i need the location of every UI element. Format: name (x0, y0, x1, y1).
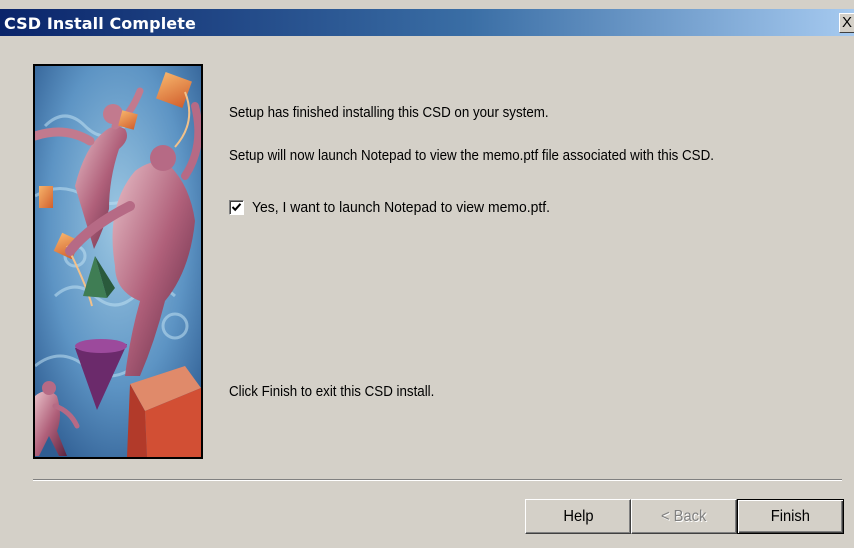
install-complete-dialog: CSD Install Complete X Setup has finishe… (0, 0, 854, 548)
button-separator (33, 479, 842, 481)
checkmark-icon (231, 203, 242, 212)
finish-button[interactable]: Finish (737, 499, 844, 534)
window-title: CSD Install Complete (4, 14, 196, 33)
close-icon: X (842, 14, 853, 31)
close-button[interactable]: X (839, 13, 854, 33)
help-button-label: Help (562, 508, 594, 525)
launch-notepad-checkbox-label[interactable]: Yes, I want to launch Notepad to view me… (252, 199, 550, 216)
help-button[interactable]: Help (525, 499, 631, 534)
notepad-launch-message: Setup will now launch Notepad to view th… (229, 148, 714, 164)
back-button[interactable]: < Back (631, 499, 737, 534)
wizard-artwork (33, 64, 203, 459)
finish-instruction: Click Finish to exit this CSD install. (229, 384, 435, 400)
launch-notepad-checkbox[interactable] (229, 200, 244, 215)
setup-finished-message: Setup has finished installing this CSD o… (229, 105, 549, 121)
back-button-label: < Back (661, 508, 707, 525)
finish-button-label: Finish (770, 508, 811, 525)
title-bar[interactable]: CSD Install Complete X (0, 9, 854, 36)
